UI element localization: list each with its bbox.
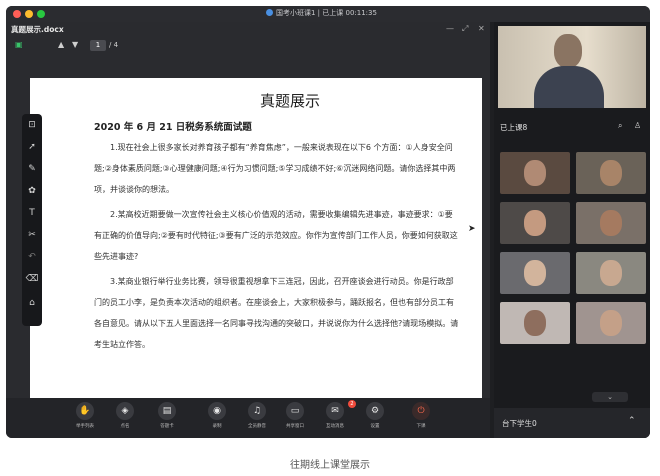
screenshot-caption: 往期线上课堂展示 bbox=[290, 460, 370, 471]
shape-icon[interactable]: ✿ bbox=[22, 186, 42, 196]
video-panel: 已上课8 ⌕ ♙ ⌄ 台下学生0 ⌃ bbox=[494, 22, 650, 438]
audience-count: 台下学生0 bbox=[502, 419, 537, 428]
end-class-button[interactable]: ⏻ 下课 bbox=[404, 402, 438, 429]
mouse-cursor-icon: ➤ bbox=[468, 224, 476, 234]
student-video[interactable] bbox=[500, 302, 570, 344]
student-video[interactable] bbox=[500, 152, 570, 194]
document-filename: 真题展示.docx bbox=[11, 25, 64, 34]
pointer-icon[interactable]: ➚ bbox=[22, 142, 42, 152]
collapse-videos-button[interactable]: ⌄ bbox=[592, 392, 628, 402]
document-header: 真题展示.docx — ⤢ ✕ bbox=[6, 22, 490, 38]
undo-icon[interactable]: ↶ bbox=[22, 252, 42, 262]
page-subtitle: 2020 年 6 月 21 日税务系统面试题 bbox=[94, 122, 252, 133]
page-number-input[interactable]: 1 bbox=[90, 40, 106, 51]
hand-icon: ✋ bbox=[76, 402, 94, 420]
interaction-messages-button[interactable]: ✉ 互动消息 bbox=[318, 402, 352, 429]
answer-card-button[interactable]: ▤ 答题卡 bbox=[150, 402, 184, 429]
window-title-text: 国考小班课1 | 已上课 00:11:35 bbox=[276, 9, 377, 17]
user-manage-icon[interactable]: ♙ bbox=[634, 121, 641, 130]
gear-icon: ⚙ bbox=[366, 402, 384, 420]
minimize-window-button[interactable] bbox=[25, 10, 33, 18]
app-logo-icon bbox=[266, 9, 273, 16]
teacher-video[interactable] bbox=[498, 26, 646, 108]
document-toolbar: ▣ ▲ ▼ 1 / 4 bbox=[6, 38, 490, 54]
student-video[interactable] bbox=[576, 202, 646, 244]
document-page: 真题展示 2020 年 6 月 21 日税务系统面试题 1.现在社会上很多家长对… bbox=[30, 78, 482, 410]
annotation-toolbar: ⊡ ➚ ✎ ✿ T ✂ ↶ ⌫ ⌂ bbox=[22, 114, 42, 326]
zoom-window-button[interactable] bbox=[37, 10, 45, 18]
search-icon[interactable]: ⌕ bbox=[618, 121, 622, 131]
text-icon[interactable]: T bbox=[22, 208, 42, 218]
question-paragraph-1: 1.现在社会上很多家长对养育孩子都有“养育焦虑”，一般来说表现在以下6 个方面：… bbox=[94, 143, 456, 194]
share-window-button[interactable]: ▭ 共享窗口 bbox=[278, 402, 312, 429]
card-icon: ▤ bbox=[158, 402, 176, 420]
chat-icon: ✉ bbox=[326, 402, 344, 420]
audience-bar[interactable]: 台下学生0 ⌃ bbox=[494, 408, 650, 438]
screen-icon[interactable]: ⊡ bbox=[22, 120, 42, 130]
hand-raise-list-button[interactable]: ✋ 举手列表 bbox=[68, 402, 102, 429]
mute-all-button[interactable]: ♫ 全员静音 bbox=[240, 402, 274, 429]
pen-icon[interactable]: ✎ bbox=[22, 164, 42, 174]
page-total: / 4 bbox=[109, 41, 119, 49]
student-video[interactable] bbox=[576, 152, 646, 194]
students-header: 已上课8 bbox=[500, 123, 528, 132]
shield-icon: ◈ bbox=[116, 402, 134, 420]
document-pane: 真题展示.docx — ⤢ ✕ ▣ ▲ ▼ 1 / 4 真题展示 2020 年 … bbox=[6, 22, 490, 410]
page-up-icon[interactable]: ▲ bbox=[58, 40, 64, 49]
power-icon: ⏻ bbox=[412, 402, 430, 420]
eraser-icon[interactable]: ⌫ bbox=[22, 274, 42, 284]
close-doc-icon[interactable]: ✕ bbox=[478, 24, 485, 33]
scissors-icon[interactable]: ✂ bbox=[22, 230, 42, 240]
document-list-icon[interactable]: ▣ bbox=[15, 40, 23, 49]
expand-doc-icon[interactable]: ⤢ bbox=[462, 24, 468, 34]
chevron-up-icon[interactable]: ⌃ bbox=[628, 416, 636, 426]
trash-icon[interactable]: ⌂ bbox=[22, 298, 42, 308]
student-video[interactable] bbox=[576, 302, 646, 344]
student-video[interactable] bbox=[500, 202, 570, 244]
roll-call-button[interactable]: ◈ 点名 bbox=[108, 402, 142, 429]
question-paragraph-3: 3.某商业银行举行业务比赛，领导很重视想拿下三连冠，因此，召开座谈会进行动员。你… bbox=[94, 277, 459, 349]
message-count-badge: 2 bbox=[348, 400, 356, 408]
classroom-window: 国考小班课1 | 已上课 00:11:35 真题展示.docx — ⤢ ✕ ▣ … bbox=[6, 6, 650, 438]
settings-button[interactable]: ⚙ 设置 bbox=[358, 402, 392, 429]
student-video[interactable] bbox=[500, 252, 570, 294]
question-paragraph-2: 2.某高校近期要做一次宣传社会主义核心价值观的活动，需要收集编辑先进事迹，事迹要… bbox=[94, 210, 458, 261]
page-title: 真题展示 bbox=[259, 92, 320, 110]
window-title: 国考小班课1 | 已上课 00:11:35 bbox=[266, 8, 426, 18]
title-bar: 国考小班课1 | 已上课 00:11:35 bbox=[6, 6, 650, 22]
mute-icon: ♫ bbox=[248, 402, 266, 420]
page-down-icon[interactable]: ▼ bbox=[72, 40, 78, 49]
record-icon: ◉ bbox=[208, 402, 226, 420]
close-window-button[interactable] bbox=[13, 10, 21, 18]
chevron-down-icon: ⌄ bbox=[607, 393, 613, 401]
student-video[interactable] bbox=[576, 252, 646, 294]
share-icon: ▭ bbox=[286, 402, 304, 420]
minimize-doc-icon[interactable]: — bbox=[446, 24, 454, 33]
bottom-toolbar: ✋ 举手列表 ◈ 点名 ▤ 答题卡 ◉ 录制 ♫ 全员静音 ▭ 共享窗口 ✉ 互动消息 2 ⚙… bbox=[6, 398, 490, 438]
record-button[interactable]: ◉ 录制 bbox=[200, 402, 234, 429]
